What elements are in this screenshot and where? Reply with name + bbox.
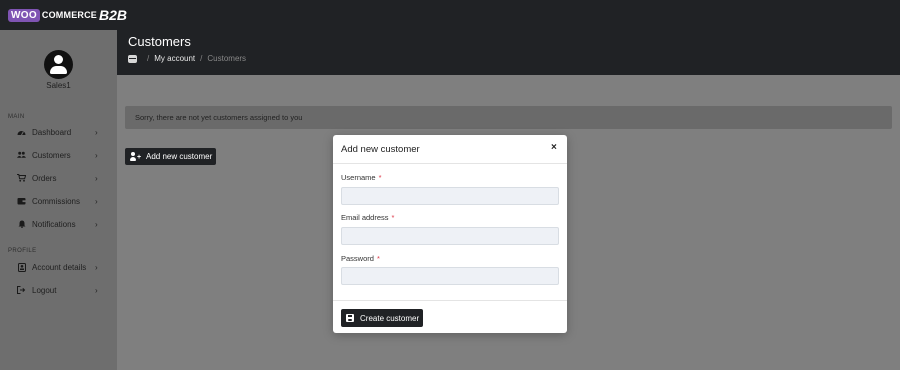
username-label: Username * xyxy=(341,173,382,182)
sidebar-item-label: Account details xyxy=(32,262,87,272)
chevron-right-icon: › xyxy=(95,173,98,183)
sidebar-item-label: Notifications xyxy=(32,219,76,229)
breadcrumb-separator: / xyxy=(200,54,203,63)
home-icon[interactable] xyxy=(128,54,137,63)
breadcrumb: / My account / Customers xyxy=(128,54,246,63)
modal-header: Add new customer × xyxy=(333,135,567,164)
sidebar: Sales1 MAIN Dashboard › Customers › Orde… xyxy=(0,30,117,370)
chevron-right-icon: › xyxy=(95,150,98,160)
chevron-right-icon: › xyxy=(95,196,98,206)
sidebar-item-logout[interactable]: Logout › xyxy=(0,280,117,300)
required-marker: * xyxy=(391,213,395,222)
add-new-customer-label: Add new customer xyxy=(146,152,213,161)
avatar-head xyxy=(54,55,63,64)
email-field[interactable] xyxy=(341,227,559,245)
chevron-right-icon: › xyxy=(95,285,98,295)
page-title: Customers xyxy=(128,34,191,49)
logo-commerce: COMMERCE xyxy=(41,10,98,20)
logout-icon xyxy=(17,286,26,294)
sidebar-item-orders[interactable]: Orders › xyxy=(0,168,117,188)
user-plus-icon: + xyxy=(130,152,141,161)
email-label-text: Email address xyxy=(341,213,389,222)
breadcrumb-my-account[interactable]: My account xyxy=(154,54,195,63)
user-name: Sales1 xyxy=(46,81,71,90)
breadcrumb-customers: Customers xyxy=(207,54,247,63)
sidebar-item-notifications[interactable]: Notifications › xyxy=(0,214,117,234)
chevron-right-icon: › xyxy=(95,262,98,272)
save-icon xyxy=(346,314,354,322)
section-label-profile: PROFILE xyxy=(8,248,37,254)
avatar xyxy=(44,50,73,79)
sidebar-item-customers[interactable]: Customers › xyxy=(0,145,117,165)
add-customer-modal: Add new customer × Username * Email addre… xyxy=(333,135,567,333)
sidebar-item-commissions[interactable]: Commissions › xyxy=(0,191,117,211)
password-label-text: Password xyxy=(341,254,374,263)
add-new-customer-button[interactable]: + Add new customer xyxy=(125,148,216,165)
wallet-icon xyxy=(17,197,26,205)
email-label: Email address * xyxy=(341,213,394,222)
create-customer-button[interactable]: Create customer xyxy=(341,309,423,327)
sidebar-item-label: Orders xyxy=(32,173,57,183)
bell-icon xyxy=(17,220,26,228)
page-header: Customers / My account / Customers xyxy=(117,30,900,75)
dashboard-icon xyxy=(17,128,26,136)
sidebar-item-dashboard[interactable]: Dashboard › xyxy=(0,122,117,142)
chevron-right-icon: › xyxy=(95,219,98,229)
sidebar-item-label: Dashboard xyxy=(32,127,72,137)
close-icon[interactable]: × xyxy=(551,142,557,153)
username-field[interactable] xyxy=(341,187,559,205)
logo-woo: WOO xyxy=(8,8,40,22)
required-marker: * xyxy=(376,254,380,263)
users-icon xyxy=(17,151,26,159)
avatar-body xyxy=(50,66,67,74)
password-field[interactable] xyxy=(341,267,559,285)
top-bar: WOO COMMERCE B2B xyxy=(0,0,900,30)
no-customers-alert: Sorry, there are not yet customers assig… xyxy=(125,106,892,129)
modal-footer: Create customer xyxy=(333,300,567,333)
section-label-main: MAIN xyxy=(8,114,25,120)
logo-b2b: B2B xyxy=(99,7,128,23)
create-customer-label: Create customer xyxy=(360,313,420,323)
id-card-icon xyxy=(17,262,26,272)
breadcrumb-separator: / xyxy=(147,54,150,63)
password-label: Password * xyxy=(341,254,380,263)
sidebar-item-label: Logout xyxy=(32,285,57,295)
alert-text: Sorry, there are not yet customers assig… xyxy=(135,113,303,122)
cart-icon xyxy=(17,174,26,182)
sidebar-item-label: Customers xyxy=(32,150,71,160)
chevron-right-icon: › xyxy=(95,127,98,137)
required-marker: * xyxy=(378,173,382,182)
woocommerce-b2b-logo[interactable]: WOO COMMERCE B2B xyxy=(8,6,127,24)
sidebar-item-label: Commissions xyxy=(32,196,81,206)
modal-title: Add new customer xyxy=(341,144,420,155)
sidebar-item-account-details[interactable]: Account details › xyxy=(0,257,117,277)
username-label-text: Username xyxy=(341,173,376,182)
